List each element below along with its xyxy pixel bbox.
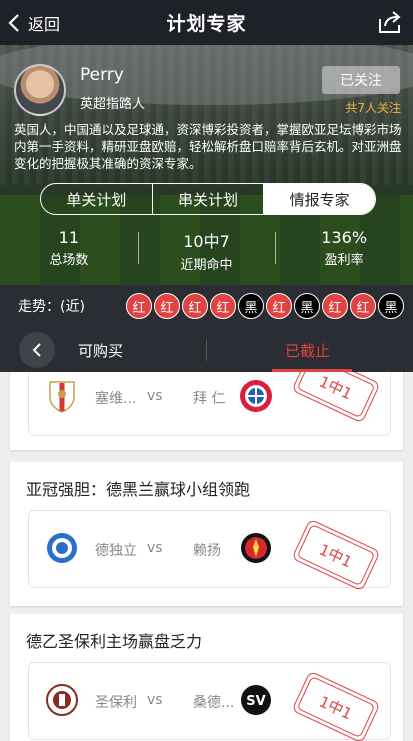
plan-title: 德乙圣保利主场赢盘乏力 — [26, 632, 203, 651]
trend-row: 走势：(近) 红 红 红 红 黑 红 黑 红 红 黑 — [0, 285, 413, 327]
home-team: 塞维... — [95, 391, 137, 407]
expert-stats: 11 总场数 10中7 近期命中 136% 盈利率 — [0, 228, 413, 273]
away-team: 桑德... — [193, 695, 235, 711]
stat-profit-rate: 136% 盈利率 — [275, 228, 413, 268]
expert-role: 英超指路人 — [80, 97, 146, 112]
share-icon[interactable] — [377, 9, 403, 35]
trend-badge: 红 — [266, 293, 292, 319]
trend-badge: 红 — [126, 293, 152, 319]
stat-total-matches: 11 总场数 — [0, 228, 138, 268]
back-button[interactable]: 返回 — [8, 0, 60, 45]
plan-list: 塞维... vs 拜 仁 1中1 亚冠强胆：德黑兰赢球小组领跑 德独立 vs 赖… — [0, 372, 413, 741]
expert-avatar — [14, 64, 66, 116]
away-team: 赖扬 — [193, 543, 221, 559]
nav-bar: 返回 计划专家 — [0, 0, 413, 45]
chevron-left-icon — [32, 343, 41, 357]
sandhausen-crest-icon: SV — [241, 685, 271, 715]
match-box: 圣保利 vs 桑德... SV 1中1 — [28, 662, 391, 741]
trend-badge: 黑 — [378, 293, 404, 319]
trend-badge: 红 — [350, 293, 376, 319]
match-box: 塞维... vs 拜 仁 1中1 — [28, 372, 391, 436]
bayern-crest-icon — [240, 380, 272, 412]
stat-recent-hits: 10中7 近期命中 — [137, 228, 276, 273]
result-stamp: 1中1 — [291, 518, 381, 592]
segment-single-plan[interactable]: 单关计划 — [41, 184, 152, 214]
stat-value: 10中7 — [183, 232, 230, 251]
back-label: 返回 — [28, 14, 61, 34]
vs-label: vs — [147, 388, 163, 404]
plan-title: 亚冠强胆：德黑兰赢球小组领跑 — [26, 480, 251, 499]
svg-text:SV: SV — [246, 694, 265, 709]
tab-available[interactable]: 可购买 — [78, 340, 123, 361]
plan-tabs: 可购买 已截止 — [0, 327, 413, 372]
stat-label: 盈利率 — [324, 253, 364, 268]
trend-label: 走势：(近) — [18, 299, 85, 315]
plan-card[interactable]: 塞维... vs 拜 仁 1中1 — [10, 372, 403, 450]
follow-button[interactable]: 已关注 — [322, 66, 400, 94]
expert-bio: 英国人，中国通以及足球通，资深博彩投资者，掌握欧亚足坛博彩市场内第一手资料，精研… — [14, 122, 402, 171]
tab-divider — [206, 339, 207, 361]
result-stamp: 1中1 — [291, 372, 381, 424]
segment-parlay-plan[interactable]: 串关计划 — [151, 184, 264, 214]
vs-label: vs — [147, 692, 163, 708]
chevron-left-icon — [8, 13, 19, 32]
expert-name: Perry — [80, 65, 124, 85]
home-team: 圣保利 — [95, 695, 137, 711]
plan-type-switch: 单关计划 串关计划 情报专家 — [40, 183, 376, 215]
trend-badge: 红 — [210, 293, 236, 319]
plan-card[interactable]: 德乙圣保利主场赢盘乏力 圣保利 vs 桑德... SV 1中1 — [10, 614, 403, 741]
stat-value: 136% — [321, 228, 368, 247]
tab-closed[interactable]: 已截止 — [285, 340, 330, 361]
trend-badge: 红 — [154, 293, 180, 319]
trend-badge: 黑 — [238, 293, 264, 319]
vs-label: vs — [147, 540, 163, 556]
home-team: 德独立 — [95, 543, 137, 559]
sevilla-crest-icon — [49, 381, 75, 413]
al-rayyan-crest-icon — [241, 533, 271, 563]
stat-label: 总场数 — [49, 253, 89, 268]
trend-badges: 红 红 红 红 黑 红 黑 红 红 黑 — [126, 293, 404, 319]
follower-count: 共7人关注 — [345, 101, 401, 115]
trend-badge: 红 — [322, 293, 348, 319]
match-box: 德独立 vs 赖扬 1中1 — [28, 510, 391, 592]
esteghlal-crest-icon — [47, 533, 77, 563]
stat-value: 11 — [58, 228, 80, 247]
st-pauli-crest-icon — [46, 684, 78, 716]
page-title: 计划专家 — [166, 13, 247, 35]
stat-label: 近期命中 — [180, 258, 233, 273]
away-team: 拜 仁 — [193, 391, 226, 407]
collapse-button[interactable] — [19, 332, 55, 368]
result-stamp: 1中1 — [291, 670, 381, 741]
segment-intel-expert[interactable]: 情报专家 — [263, 184, 375, 214]
plan-card[interactable]: 亚冠强胆：德黑兰赢球小组领跑 德独立 vs 赖扬 1中1 — [10, 462, 403, 606]
trend-badge: 黑 — [294, 293, 320, 319]
trend-badge: 红 — [182, 293, 208, 319]
